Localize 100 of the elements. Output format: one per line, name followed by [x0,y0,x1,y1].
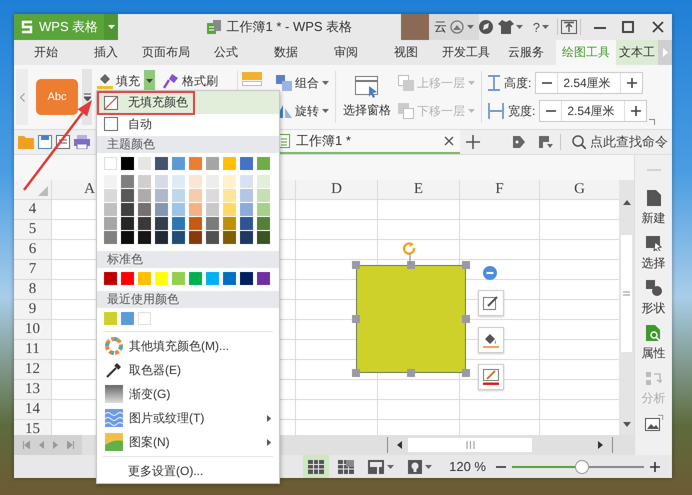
color-swatch[interactable] [189,175,202,188]
color-swatch[interactable] [189,231,202,244]
color-swatch[interactable] [155,189,168,202]
column-header[interactable]: D [296,180,378,200]
row-header[interactable]: 10 [14,320,52,340]
color-swatch[interactable] [240,175,253,188]
color-swatch[interactable] [257,217,270,230]
compass-icon[interactable] [478,20,493,34]
pin-window-icon[interactable] [561,20,577,34]
color-swatch[interactable] [240,189,253,202]
color-swatch[interactable] [155,175,168,188]
column-header[interactable]: F [460,180,540,200]
side-panel-button[interactable]: 新建 [642,190,666,235]
color-swatch[interactable] [155,231,168,244]
color-swatch[interactable] [223,217,236,230]
resize-handle[interactable] [352,261,360,269]
menu-item[interactable]: 其他填充颜色(M)... [97,334,279,358]
color-swatch[interactable] [172,189,185,202]
color-swatch[interactable] [121,175,134,188]
shape-fill-button[interactable] [478,327,504,353]
row-header[interactable]: 5 [14,220,52,240]
menu-item[interactable]: 渐变(G) [97,382,279,406]
resize-handle[interactable] [352,315,360,323]
tag-icon[interactable] [513,136,525,148]
width-spinner[interactable]: 2.54厘米 [539,100,648,122]
color-swatch[interactable] [121,312,134,325]
shape-style-button[interactable] [478,290,504,316]
color-swatch[interactable] [206,231,219,244]
resize-handle[interactable] [407,369,415,377]
ribbon-tab[interactable]: 文本工 [616,40,658,65]
shape-fill-icon[interactable] [242,72,262,86]
color-swatch[interactable] [206,272,219,285]
format-painter-button[interactable]: 格式刷 [161,70,220,92]
resize-handle[interactable] [407,261,415,269]
menu-item[interactable]: 无填充颜色 [97,91,279,114]
flag-icon[interactable] [539,136,553,148]
color-swatch[interactable] [206,175,219,188]
color-swatch[interactable] [121,231,134,244]
color-swatch[interactable] [257,203,270,216]
color-swatch[interactable] [104,157,117,170]
scroll-left-icon[interactable] [397,441,402,449]
account-button[interactable]: 云 [428,14,479,40]
color-swatch[interactable] [206,217,219,230]
color-swatch[interactable] [104,203,117,216]
ribbon-tab[interactable]: 视图 [376,40,436,65]
color-swatch[interactable] [138,272,151,285]
color-swatch[interactable] [257,175,270,188]
rotate-handle[interactable] [403,242,417,265]
row-header[interactable]: 9 [14,300,52,320]
color-swatch[interactable] [172,272,185,285]
color-swatch[interactable] [104,272,117,285]
fill-dropdown-button[interactable] [144,70,155,92]
color-swatch[interactable] [206,203,219,216]
scroll-thumb[interactable] [621,235,632,352]
color-swatch[interactable] [138,189,151,202]
save-icon[interactable] [38,135,52,149]
ribbon-tab[interactable]: 插入 [76,40,136,65]
scroll-thumb[interactable] [408,438,532,452]
color-swatch[interactable] [189,217,202,230]
color-swatch[interactable] [223,189,236,202]
next-sheet-icon[interactable] [52,441,58,449]
column-header[interactable]: G [540,180,619,200]
scroll-right-icon[interactable] [598,441,603,449]
menu-item[interactable]: 取色器(E) [97,358,279,382]
color-swatch[interactable] [189,189,202,202]
printer-icon[interactable] [74,135,90,149]
color-swatch[interactable] [155,217,168,230]
color-swatch[interactable] [206,189,219,202]
color-swatch[interactable] [121,217,134,230]
color-swatch[interactable] [172,157,185,170]
dialog-launcher-icon[interactable] [649,119,656,125]
row-header[interactable]: 4 [14,200,52,220]
color-swatch[interactable] [121,189,134,202]
color-swatch[interactable] [240,272,253,285]
fill-button[interactable]: 填充 [95,70,142,92]
vertical-scrollbar[interactable] [619,180,634,435]
color-swatch[interactable] [189,272,202,285]
last-sheet-icon[interactable] [66,441,74,449]
color-swatch[interactable] [104,231,117,244]
resize-handle[interactable] [462,315,470,323]
color-swatch[interactable] [172,203,185,216]
collapse-icon[interactable] [483,266,497,280]
row-header[interactable]: 12 [14,360,52,380]
color-swatch[interactable] [223,231,236,244]
color-swatch[interactable] [223,203,236,216]
color-swatch[interactable] [138,312,151,325]
color-swatch[interactable] [257,157,270,170]
ribbon-scroll-button[interactable] [16,69,28,125]
row-header[interactable]: 14 [14,400,52,420]
close-icon[interactable] [444,136,454,146]
height-field[interactable]: 2.54厘米 [558,73,620,93]
color-swatch[interactable] [138,175,151,188]
color-swatch[interactable] [172,217,185,230]
color-swatch[interactable] [104,312,117,325]
previous-sheet-icon[interactable] [38,441,44,449]
resize-handle[interactable] [462,369,470,377]
color-swatch[interactable] [172,175,185,188]
square-shape[interactable] [356,265,466,373]
resize-handle[interactable] [462,261,470,269]
ribbon-tab[interactable]: 公式 [196,40,256,65]
